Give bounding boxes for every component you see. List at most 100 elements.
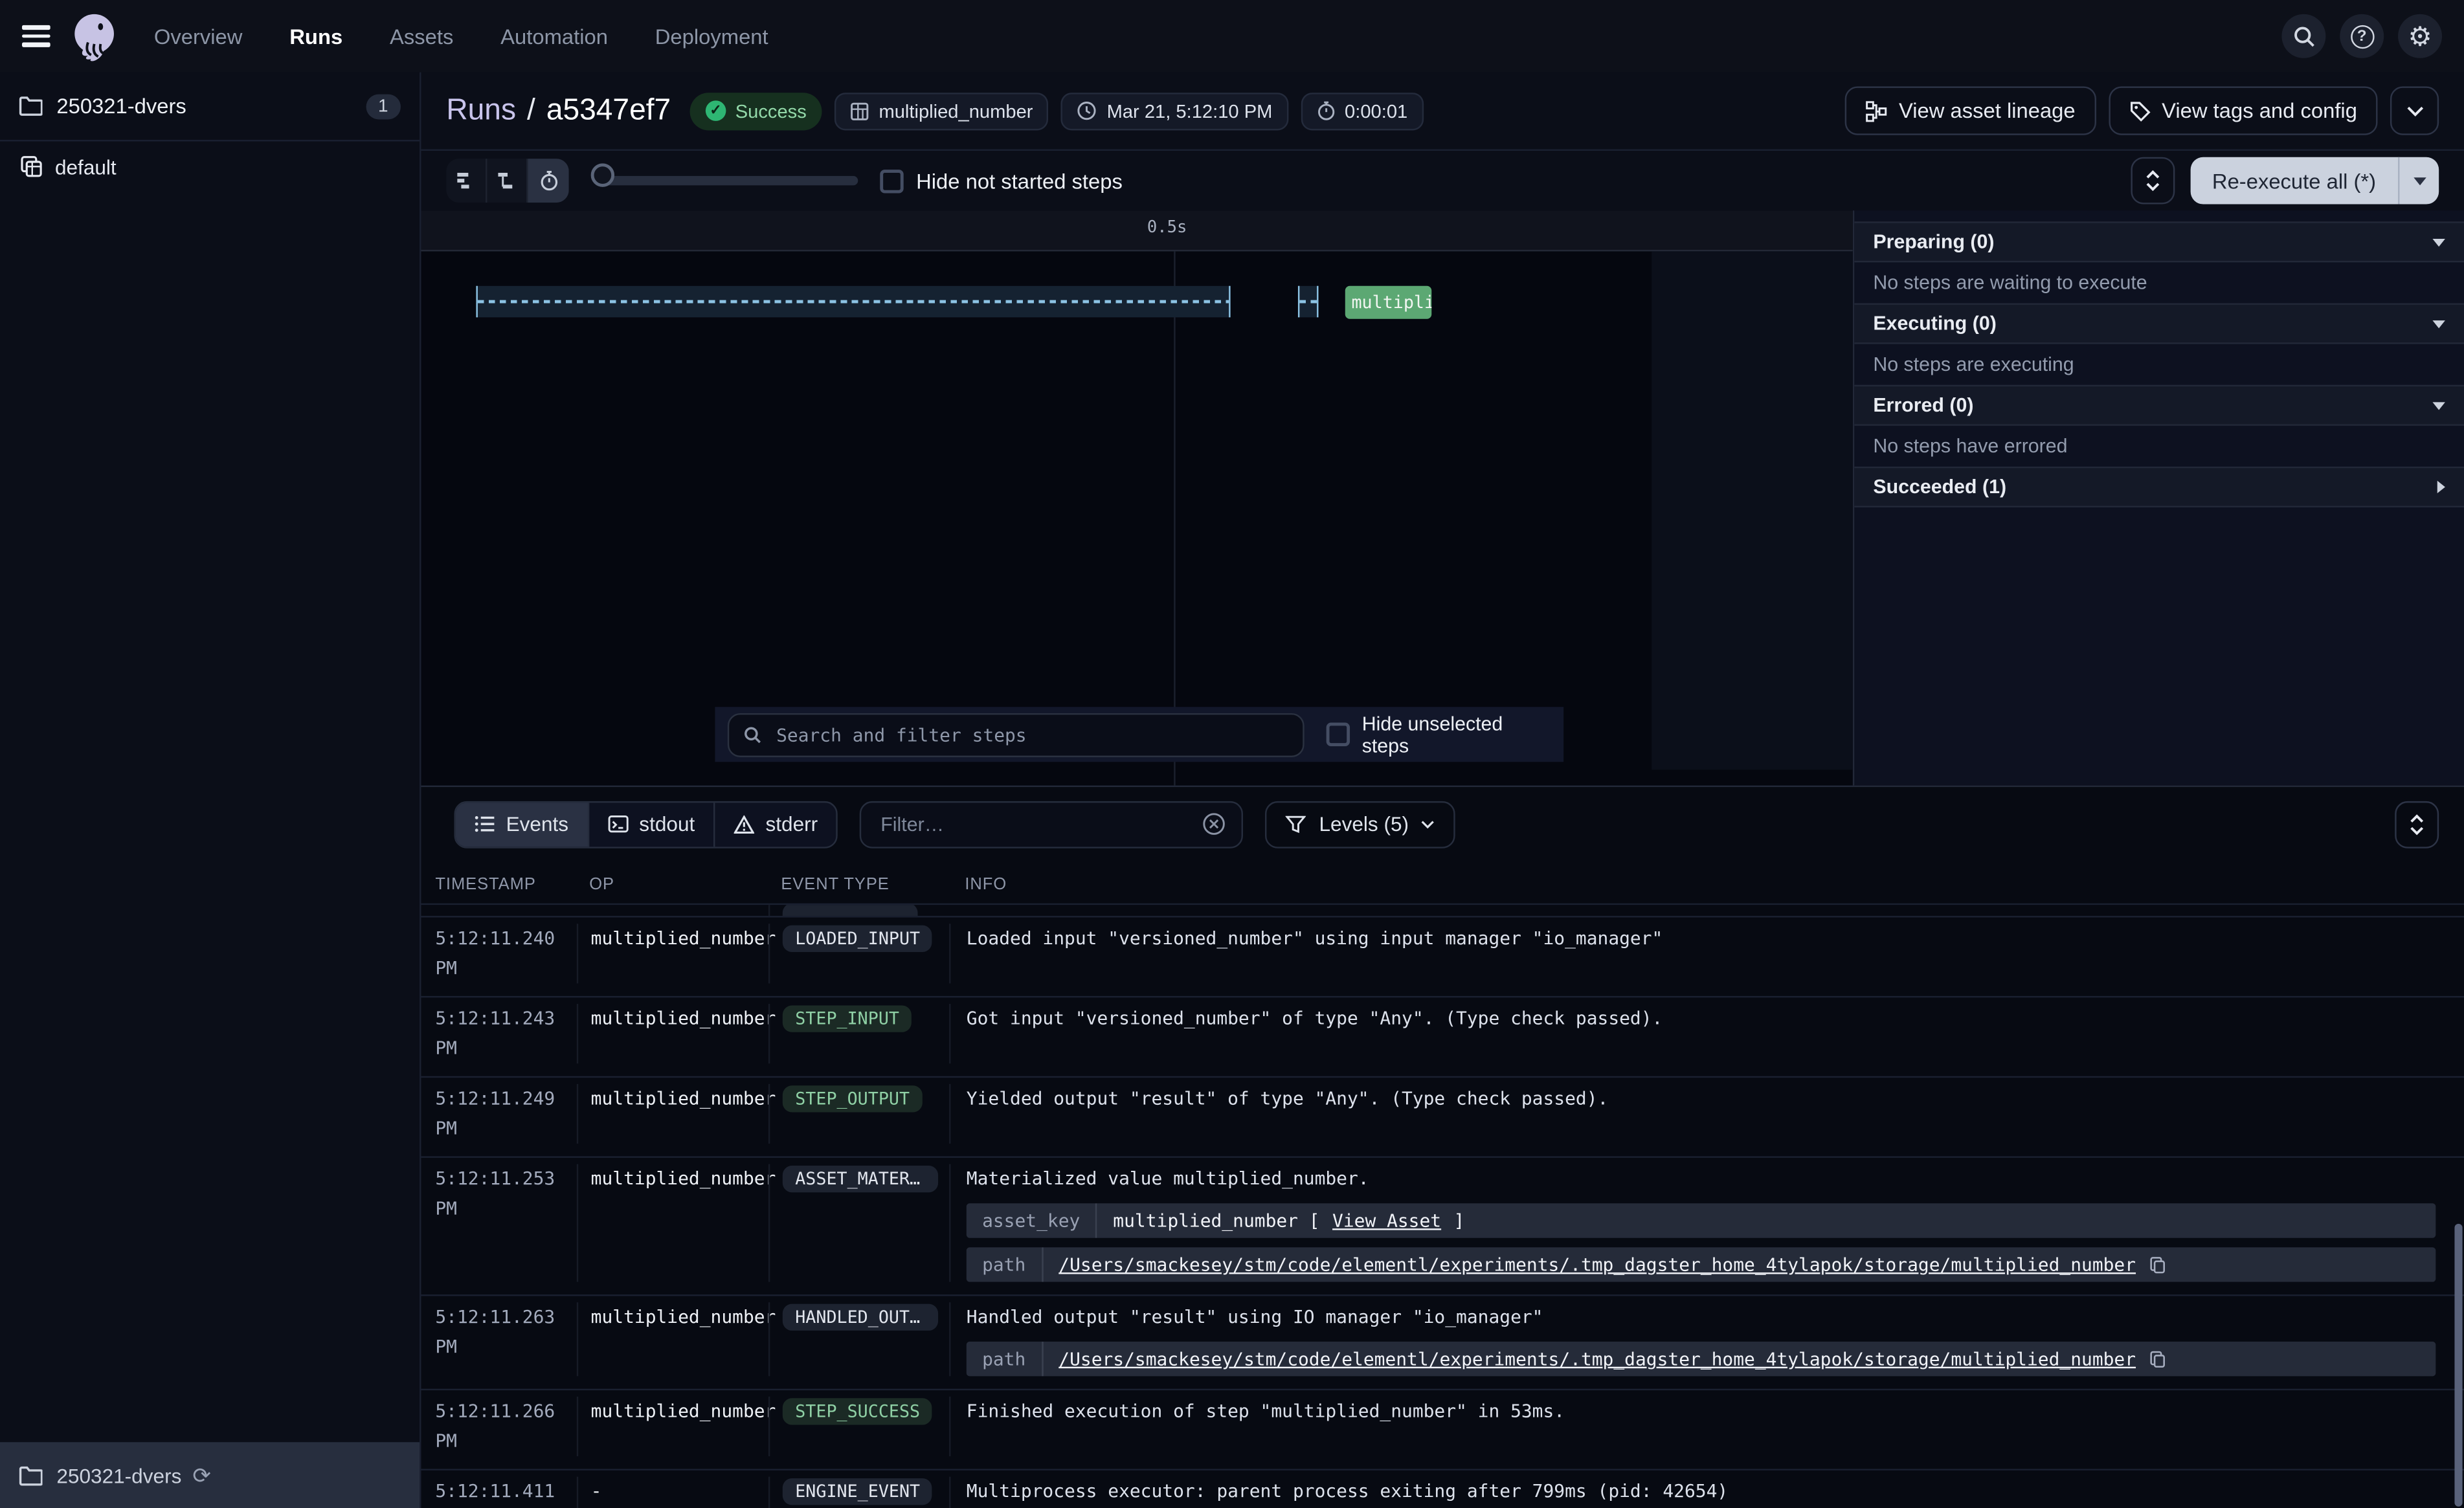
table-row[interactable]: 5:12:11.240 PMmultiplied_numberLOADED_IN… <box>421 918 2464 998</box>
dagster-logo-icon[interactable] <box>69 11 120 61</box>
run-actions-menu-button[interactable] <box>2390 87 2439 135</box>
re-execute-dropdown[interactable] <box>2398 157 2439 205</box>
clear-filter-icon[interactable] <box>1203 812 1226 836</box>
metadata-value: /Users/smackesey/stm/code/elementl/exper… <box>1043 1247 2183 1281</box>
event-timestamp: 5:12:11.411 PM <box>421 1477 577 1508</box>
event-type-cell: STEP_INPUT <box>768 1004 949 1063</box>
settings-button[interactable]: ⚙ <box>2398 14 2442 58</box>
event-op: multiplied_number <box>577 924 768 983</box>
event-type-badge: HANDLED_OUTPUT <box>783 1304 938 1331</box>
asset-tag[interactable]: multiplied_number <box>835 92 1049 129</box>
job-icon <box>21 155 43 177</box>
up-down-chevrons-icon <box>2145 170 2160 192</box>
log-scrollbar[interactable] <box>2454 1224 2462 1507</box>
nav-assets[interactable]: Assets <box>390 25 453 48</box>
event-type-cell: LOADED_INPUT <box>768 924 949 983</box>
levels-filter-button[interactable]: Levels (5) <box>1266 801 1456 848</box>
metadata-box: path/Users/smackesey/stm/code/elementl/e… <box>967 1342 2436 1376</box>
log-filter-box[interactable] <box>860 801 1244 848</box>
table-row[interactable]: 5:12:11.253 PMmultiplied_numberASSET_MAT… <box>421 1158 2464 1296</box>
check-icon: ✓ <box>706 100 726 121</box>
hide-not-started-checkbox[interactable]: Hide not started steps <box>880 169 1123 192</box>
waterfall-layout-icon[interactable] <box>487 159 528 203</box>
event-timestamp: 5:12:11.253 PM <box>421 1164 577 1282</box>
nav-automation[interactable]: Automation <box>500 25 608 48</box>
event-timestamp: 5:12:11.266 PM <box>421 1397 577 1456</box>
table-row[interactable]: 5:12:11.243 PMmultiplied_numberSTEP_INPU… <box>421 997 2464 1078</box>
event-type-cell: HANDLED_OUTPUT <box>768 1302 949 1376</box>
step-search-input[interactable] <box>773 722 1288 747</box>
hide-not-started-label: Hide not started steps <box>916 169 1123 192</box>
job-name: default <box>55 155 117 178</box>
metadata-key: path <box>967 1247 1043 1281</box>
log-filter-input[interactable] <box>877 812 1190 837</box>
gantt-toolbar: Hide not started steps Re-execute all (*… <box>421 151 2464 210</box>
terminal-icon <box>608 815 629 833</box>
nav-deployment[interactable]: Deployment <box>655 25 768 48</box>
table-row[interactable] <box>421 905 2464 917</box>
repo-name: 250321-dvers <box>56 94 186 118</box>
gantt-chart: 0.5s multipli… Hide unsele <box>421 210 1853 785</box>
event-table-body: 5:12:11.240 PMmultiplied_numberLOADED_IN… <box>421 905 2464 1508</box>
view-asset-link[interactable]: View Asset <box>1332 1203 1441 1237</box>
re-execute-button[interactable]: Re-execute all (*) <box>2190 157 2398 205</box>
path-link[interactable]: /Users/smackesey/stm/code/elementl/exper… <box>1058 1342 2136 1376</box>
table-row[interactable]: 5:12:11.266 PMmultiplied_numberSTEP_SUCC… <box>421 1390 2464 1470</box>
col-timestamp: TIMESTAMP <box>421 875 577 894</box>
caret-down-icon <box>2432 401 2445 409</box>
table-row[interactable]: 5:12:11.263 PMmultiplied_numberHANDLED_O… <box>421 1296 2464 1391</box>
col-event-type: EVENT TYPE <box>768 875 949 894</box>
zoom-slider[interactable] <box>591 159 858 203</box>
expand-gantt-button[interactable] <box>2131 157 2175 205</box>
event-op: - <box>577 1477 768 1508</box>
section-preparing[interactable]: Preparing (0) <box>1854 221 2464 262</box>
primary-nav: Overview Runs Assets Automation Deployme… <box>154 25 768 48</box>
sidebar-repo[interactable]: 250321-dvers 1 <box>0 72 420 142</box>
gantt-waiting-bar[interactable] <box>476 286 1230 318</box>
duration-tag: 0:00:01 <box>1301 92 1423 129</box>
start-time-tag: Mar 21, 5:12:10 PM <box>1061 92 1288 129</box>
metadata-box: asset_keymultiplied_number [View Asset] <box>967 1203 2436 1237</box>
breadcrumb-runs-link[interactable]: Runs <box>446 93 516 128</box>
metadata-box: path/Users/smackesey/stm/code/elementl/e… <box>967 1247 2436 1281</box>
help-button[interactable]: ? <box>2340 14 2384 58</box>
menu-icon[interactable] <box>22 25 50 47</box>
copy-icon[interactable] <box>2148 1349 2167 1369</box>
tab-stdout[interactable]: stdout <box>589 802 715 846</box>
folder-icon <box>19 96 42 116</box>
sidebar-item-default[interactable]: default <box>0 141 420 192</box>
event-info: Finished execution of step "multiplied_n… <box>949 1397 2464 1456</box>
funnel-icon <box>1286 815 1307 834</box>
event-type-cell: ASSET_MATERIALI… <box>768 1164 949 1282</box>
section-errored[interactable]: Errored (0) <box>1854 385 2464 426</box>
table-row[interactable]: 5:12:11.411 PM-ENGINE_EVENTMultiprocess … <box>421 1470 2464 1508</box>
clock-icon <box>1077 100 1097 121</box>
copy-icon[interactable] <box>2148 1254 2167 1275</box>
section-executing[interactable]: Executing (0) <box>1854 303 2464 344</box>
warning-triangle-icon <box>734 815 755 834</box>
slider-knob[interactable] <box>591 163 614 186</box>
step-search-box[interactable] <box>728 713 1305 757</box>
tab-stderr[interactable]: stderr <box>715 802 836 846</box>
section-succeeded[interactable]: Succeeded (1) <box>1854 467 2464 507</box>
expand-log-button[interactable] <box>2395 801 2439 848</box>
tab-events[interactable]: Events <box>456 802 589 846</box>
view-asset-lineage-button[interactable]: View asset lineage <box>1845 87 2096 135</box>
search-button[interactable] <box>2281 14 2325 58</box>
hide-unselected-checkbox[interactable]: Hide unselected steps <box>1326 713 1551 757</box>
refresh-icon[interactable]: ⟳ <box>192 1464 210 1486</box>
timed-layout-icon[interactable] <box>528 159 569 203</box>
event-type-badge: STEP_INPUT <box>783 1005 912 1032</box>
gantt-waiting-bar-short[interactable] <box>1298 286 1319 318</box>
table-row[interactable]: 5:12:11.249 PMmultiplied_numberSTEP_OUTP… <box>421 1078 2464 1158</box>
view-tags-config-button[interactable]: View tags and config <box>2109 87 2378 135</box>
path-link[interactable]: /Users/smackesey/stm/code/elementl/exper… <box>1058 1247 2136 1281</box>
dropdown-caret-icon <box>2413 177 2425 184</box>
gantt-step-bar[interactable]: multipli… <box>1345 286 1432 319</box>
nav-runs[interactable]: Runs <box>289 25 342 48</box>
gantt-timeline: 0.5s <box>421 210 1853 251</box>
section-errored-message: No steps have errored <box>1854 426 2464 467</box>
time-tick-label: 0.5s <box>1147 218 1187 237</box>
nav-overview[interactable]: Overview <box>154 25 243 48</box>
flat-layout-icon[interactable] <box>446 159 487 203</box>
